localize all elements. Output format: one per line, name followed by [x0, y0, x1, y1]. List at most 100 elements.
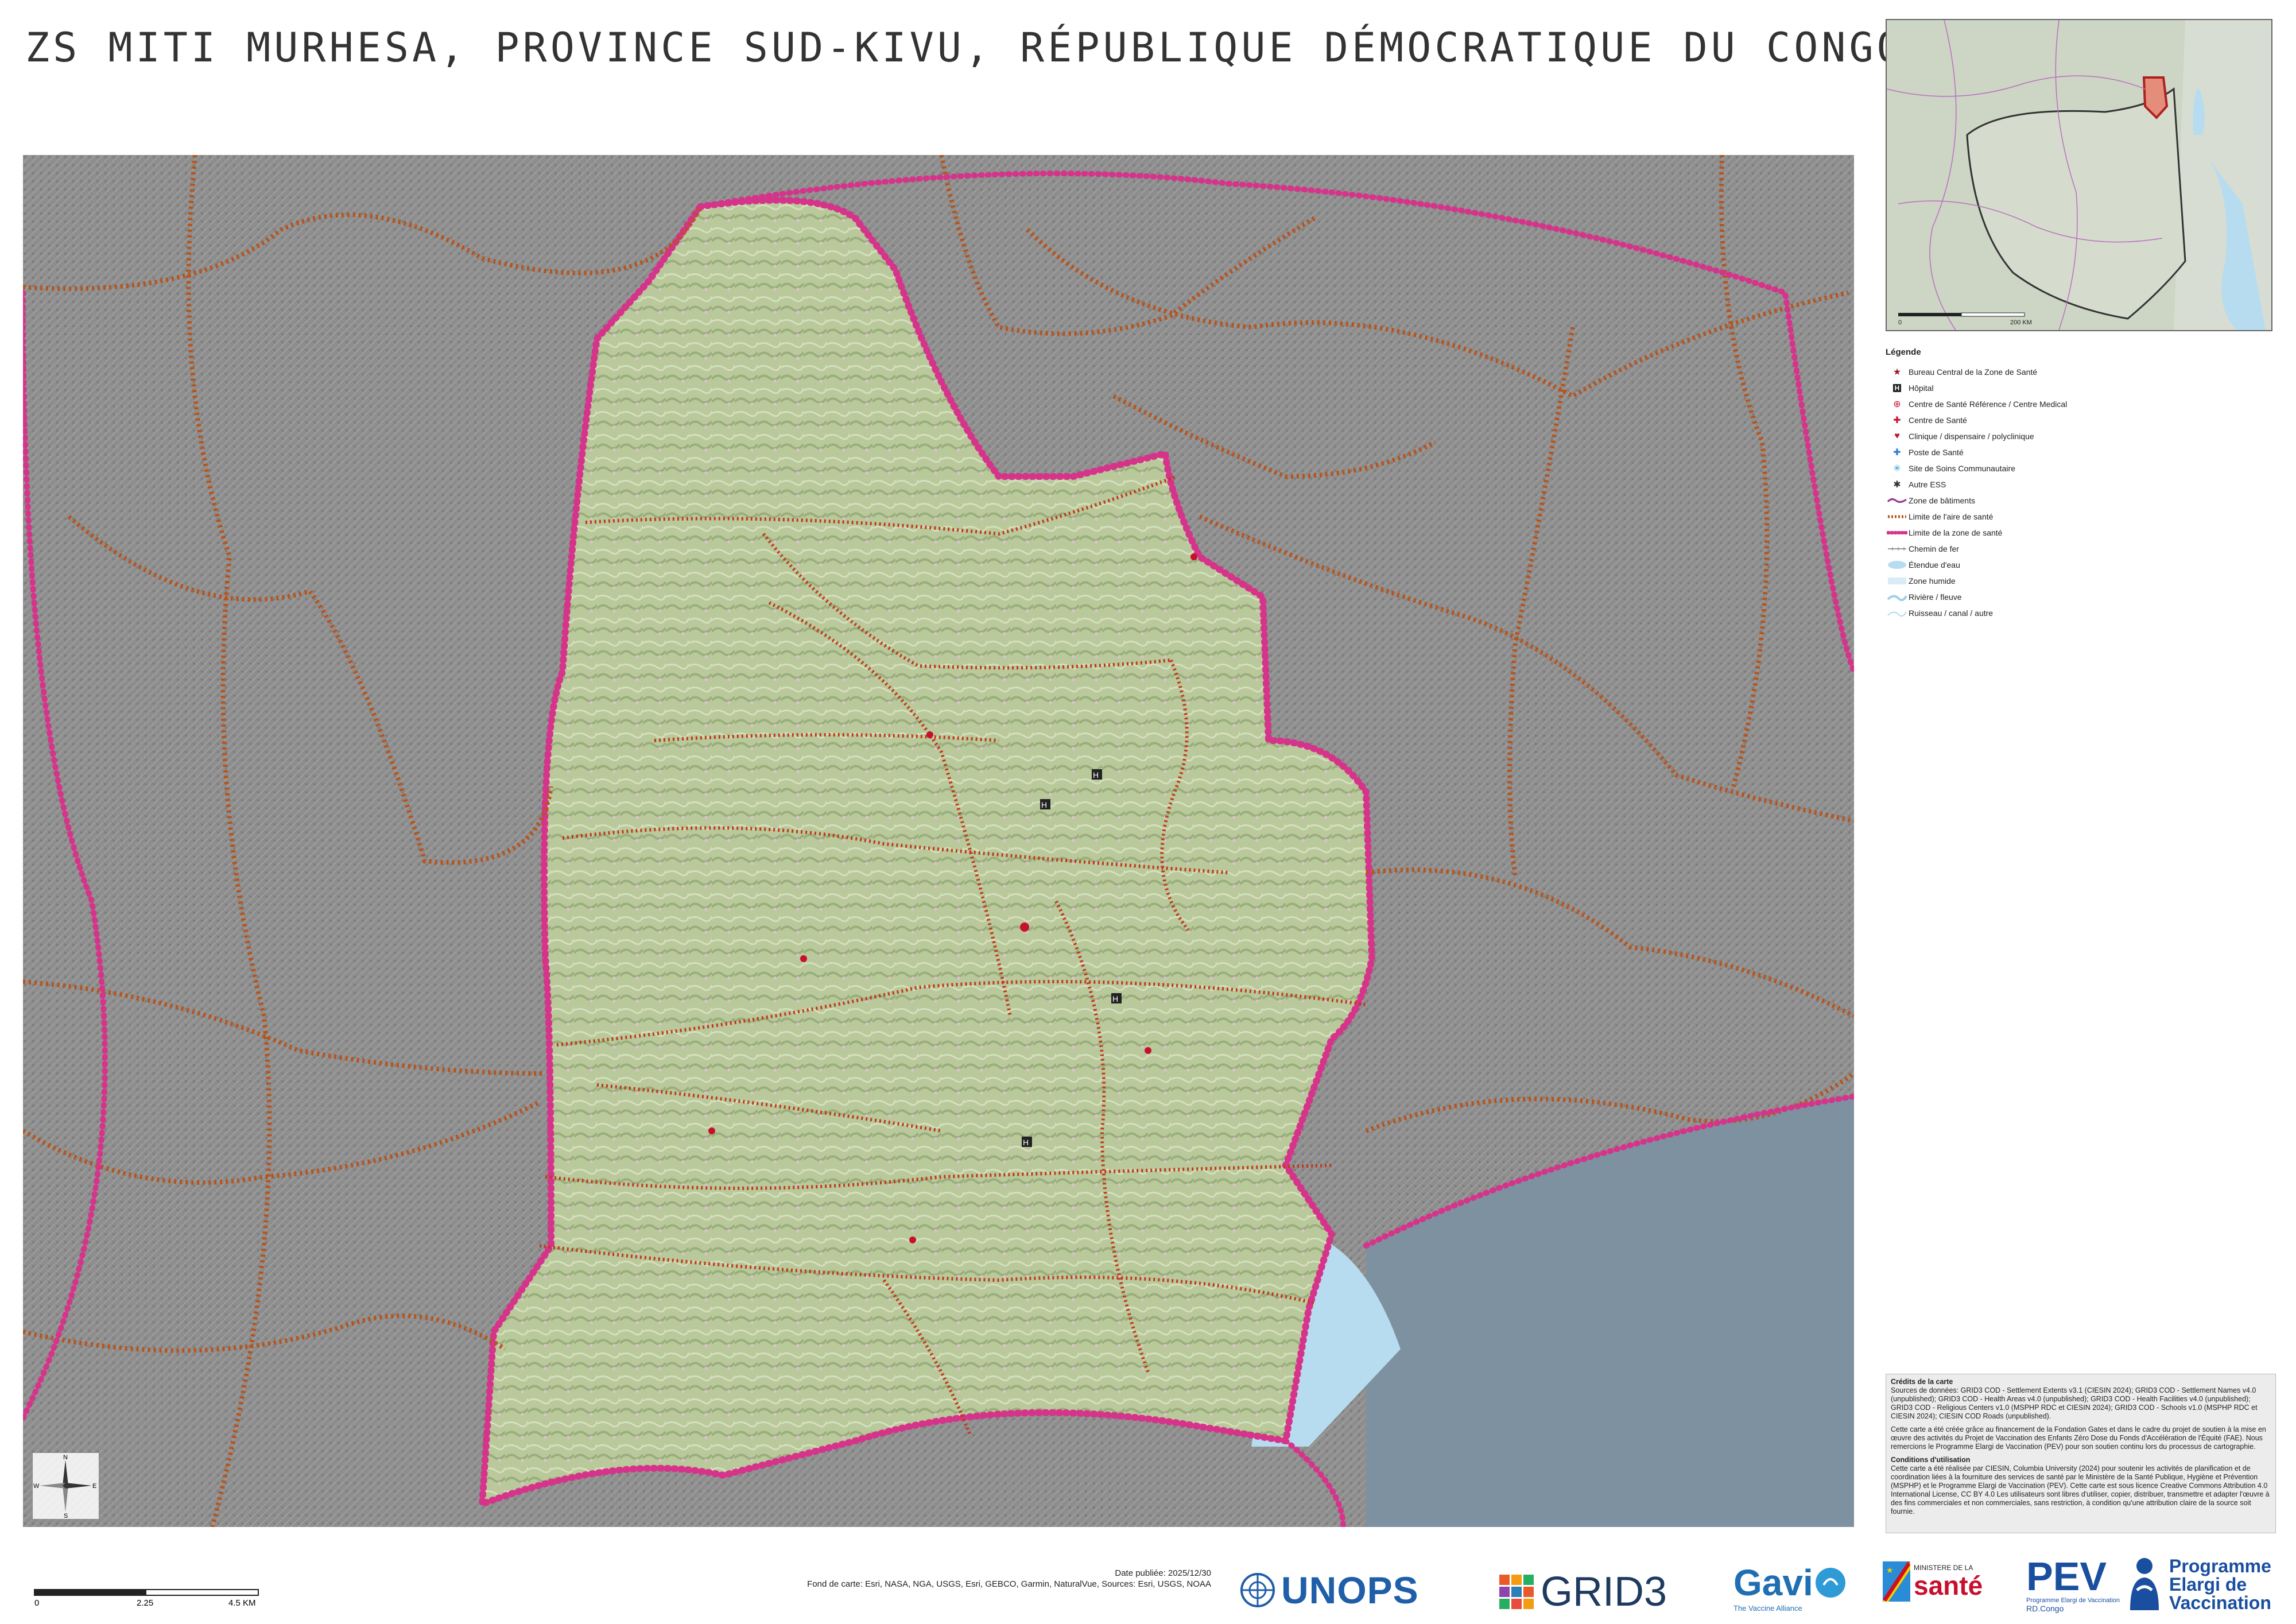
legend-label: Rivière / fleuve: [1909, 592, 1962, 602]
map-credits: Crédits de la carte Sources de données: …: [1886, 1374, 2276, 1533]
svg-text:H: H: [1023, 1138, 1029, 1147]
legend-item: ✳ Site de Soins Communautaire: [1886, 460, 2276, 476]
gavi-text: Gavi: [1733, 1562, 1813, 1603]
stream-icon: [1886, 607, 1909, 619]
pev-sub2: RD.Congo: [2026, 1604, 2064, 1613]
credits-sources: Sources de données: GRID3 COD - Settleme…: [1891, 1386, 2258, 1420]
svg-text:H: H: [1041, 800, 1047, 809]
legend-label: Clinique / dispensaire / polyclinique: [1909, 432, 2034, 441]
ministry-big-text: santé: [1914, 1571, 1983, 1600]
unops-logo: UNOPS: [1240, 1568, 1419, 1612]
credits-title: Crédits de la carte: [1891, 1378, 1953, 1386]
wetland-icon: [1886, 575, 1909, 587]
water-body-icon: [1886, 559, 1909, 571]
pev-full-text: Programme Elargi de Vaccination: [2169, 1556, 2271, 1613]
scale-tick-0: 0: [34, 1598, 39, 1608]
map-title: ZS MITI MURHESA, PROVINCE SUD-KIVU, RÉPU…: [25, 24, 1905, 71]
legend-label: Chemin de fer: [1909, 544, 1959, 553]
conditions-title: Conditions d'utilisation: [1891, 1456, 1971, 1464]
railway-icon: [1886, 543, 1909, 555]
legend-label: Poste de Santé: [1909, 448, 1964, 457]
scale-tick-2: 4.5 KM: [228, 1598, 256, 1608]
inset-scale-start: 0: [1898, 319, 1902, 326]
legend-item: Chemin de fer: [1886, 541, 2276, 557]
health-center-icon: ✚: [1893, 416, 1901, 425]
health-center-icon: [926, 731, 933, 738]
building-zone-icon: [1886, 495, 1909, 506]
legend-item: Étendue d'eau: [1886, 557, 2276, 573]
grid3-text: GRID3: [1541, 1569, 1667, 1615]
health-center-icon: [708, 1127, 715, 1134]
compass-w: W: [33, 1483, 40, 1490]
legend-item: ✚ Poste de Santé: [1886, 444, 2276, 460]
legend-label: Limite de l'aire de santé: [1909, 512, 1994, 521]
compass-s: S: [64, 1513, 68, 1519]
compass-n: N: [63, 1454, 68, 1461]
legend-item: ⊕ Centre de Santé Référence / Centre Med…: [1886, 396, 2276, 412]
gavi-tagline: The Vaccine Alliance: [1733, 1604, 1802, 1613]
inset-scale-end: 200 KM: [2010, 319, 2032, 326]
ministry-logo: ★ MINISTERE DE LA santé: [1883, 1561, 1983, 1602]
legend-item: ♥ Clinique / dispensaire / polyclinique: [1886, 428, 2276, 444]
legend-item: Ruisseau / canal / autre: [1886, 605, 2276, 621]
compass-e: E: [92, 1483, 96, 1490]
scale-tick-1: 2.25: [137, 1598, 153, 1608]
scale-bar: 0 2.25 4.5 KM: [33, 1587, 263, 1610]
legend: Légende ★ Bureau Central de la Zone de S…: [1886, 347, 2276, 621]
legend-label: Site de Soins Communautaire: [1909, 464, 2015, 473]
health-area-line-icon: [1886, 511, 1909, 522]
legend-item: ✱ Autre ESS: [1886, 476, 2276, 493]
svg-text:H: H: [1112, 994, 1118, 1003]
inset-map[interactable]: 0 200 KM: [1886, 19, 2272, 331]
pev-logo: PEV Programme Elargi de Vaccination RD.C…: [2026, 1556, 2271, 1613]
legend-title: Légende: [1886, 347, 1921, 357]
legend-label: Centre de Santé Référence / Centre Medic…: [1909, 400, 2068, 409]
health-center-icon: [800, 955, 807, 962]
un-emblem-icon: [1240, 1573, 1275, 1607]
legend-label: Autre ESS: [1909, 480, 1946, 489]
credits-funding: Cette carte a été créée grâce au finance…: [1891, 1425, 2266, 1451]
grid3-mark-icon: [1499, 1575, 1534, 1609]
main-map[interactable]: H H H H: [23, 155, 1854, 1527]
legend-label: Zone humide: [1909, 576, 1956, 586]
legend-label: Hôpital: [1909, 383, 1934, 393]
star-icon: ★: [1892, 367, 1902, 377]
health-zone-line-icon: [1886, 527, 1909, 538]
publication-info: Date publiée: 2025/12/30 Fond de carte: …: [763, 1568, 1211, 1590]
drc-flag-icon: ★: [1883, 1561, 1910, 1602]
legend-label: Étendue d'eau: [1909, 560, 1960, 569]
legend-item: ✚ Centre de Santé: [1886, 412, 2276, 428]
svg-text:H: H: [1093, 770, 1099, 780]
health-center-icon: [1020, 923, 1029, 932]
community-care-icon: ✳: [1893, 464, 1901, 474]
river-icon: [1886, 591, 1909, 603]
legend-label: Ruisseau / canal / autre: [1909, 608, 1994, 618]
svg-text:★: ★: [1886, 1565, 1894, 1575]
conditions-text: Cette carte a été réalisée par CIESIN, C…: [1891, 1464, 2270, 1516]
hospital-h-icon: H: [1886, 382, 1909, 394]
legend-item: Rivière / fleuve: [1886, 589, 2276, 605]
legend-item: H Hôpital: [1886, 380, 2276, 396]
gavi-logo: Gavi The Vaccine Alliance: [1733, 1561, 1848, 1613]
unops-text: UNOPS: [1281, 1569, 1419, 1611]
other-ess-icon: ✱: [1893, 480, 1901, 490]
pev-sub1: Programme Elargi de Vaccination: [2026, 1597, 2120, 1604]
reference-health-center-icon: ⊕: [1893, 400, 1901, 409]
legend-label: Zone de bâtiments: [1909, 496, 1975, 505]
legend-item: Limite de l'aire de santé: [1886, 509, 2276, 525]
legend-item: Zone humide: [1886, 573, 2276, 589]
publication-date: Date publiée: 2025/12/30: [1115, 1568, 1211, 1578]
pev-figure-icon: [2130, 1558, 2159, 1610]
health-center-icon: [909, 1237, 916, 1243]
health-center-icon: [1190, 553, 1197, 560]
legend-item: Zone de bâtiments: [1886, 493, 2276, 509]
legend-label: Bureau Central de la Zone de Santé: [1909, 367, 2038, 377]
health-post-icon: ✚: [1893, 448, 1901, 458]
pev-text: PEV: [2026, 1554, 2107, 1599]
legend-item: Limite de la zone de santé: [1886, 525, 2276, 541]
basemap-credits: Fond de carte: Esri, NASA, NGA, USGS, Es…: [807, 1579, 1211, 1589]
grid3-logo: GRID3: [1498, 1568, 1667, 1615]
partner-logos: UNOPS GRID3 Gavi The Vaccine Alliance ★ …: [1240, 1556, 2285, 1619]
health-center-icon: [1145, 1047, 1151, 1054]
legend-label: Centre de Santé: [1909, 416, 1967, 425]
